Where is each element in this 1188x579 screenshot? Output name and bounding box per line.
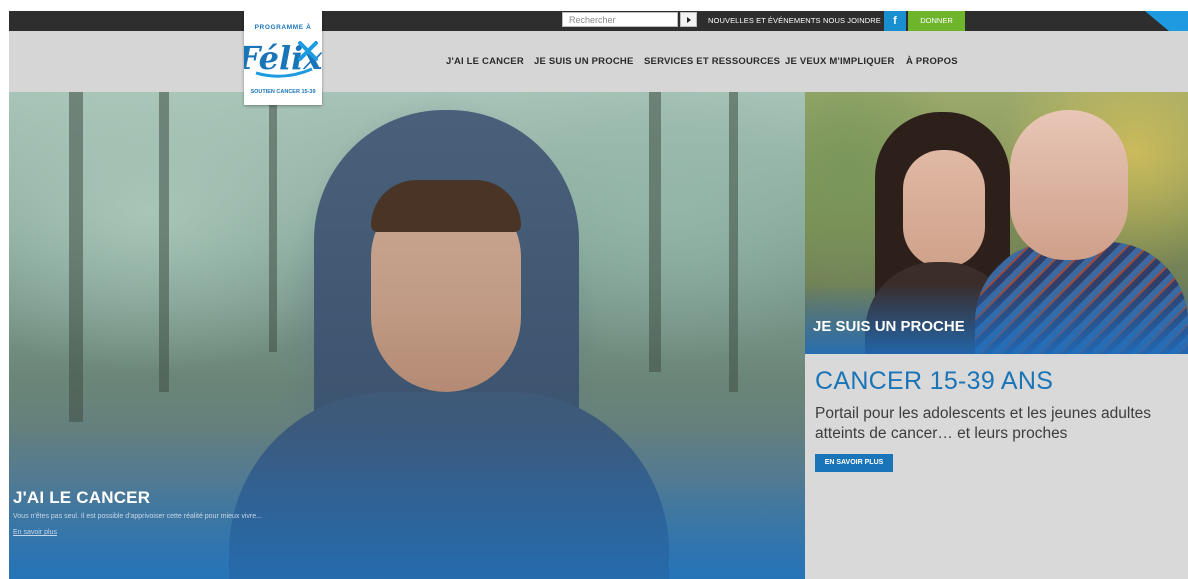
- hero-cancer-title: J'AI LE CANCER: [13, 488, 151, 507]
- intro-text: Portail pour les adolescents et les jeun…: [815, 405, 1152, 442]
- hero-cancer-text: Vous n'êtes pas seul. Il est possible d'…: [13, 513, 262, 520]
- hero-proche-title: JE SUIS UN PROCHE: [813, 318, 965, 335]
- nav-item-apropos[interactable]: À PROPOS: [906, 56, 958, 67]
- nav-item-proche[interactable]: JE SUIS UN PROCHE: [534, 56, 633, 67]
- contact-link[interactable]: NOUS JOINDRE: [823, 16, 881, 25]
- learn-more-button[interactable]: EN SAVOIR PLUS: [815, 454, 893, 472]
- logo-top-text: PROGRAMME À: [255, 22, 312, 31]
- logo-bottom-text: SOUTIEN CANCER 15-39: [250, 89, 315, 95]
- nav-item-cancer[interactable]: J'AI LE CANCER: [446, 56, 524, 67]
- logo[interactable]: PROGRAMME À Félix SOUTIEN CANCER 15-39: [244, 11, 322, 105]
- facebook-icon[interactable]: f: [884, 11, 906, 31]
- search-submit-button[interactable]: [680, 12, 697, 27]
- search-input[interactable]: [562, 12, 678, 27]
- logo-mark: PROGRAMME À Félix SOUTIEN CANCER 15-39: [244, 22, 322, 95]
- intro-panel: CANCER 15-39 ANS Portail pour les adoles…: [805, 354, 1188, 579]
- hero-cancer[interactable]: J'AI LE CANCER Vous n'êtes pas seul. Il …: [9, 92, 805, 579]
- utility-bar: NOUVELLES ET ÉVÉNEMENTS NOUS JOINDRE f D…: [9, 11, 1188, 47]
- intro-heading: CANCER 15-39 ANS: [815, 367, 1054, 395]
- hero-cancer-link[interactable]: En savoir plus: [13, 529, 57, 536]
- donate-button[interactable]: DONNER: [908, 11, 965, 31]
- main-nav: J'AI LE CANCER JE SUIS UN PROCHE SERVICE…: [9, 31, 1188, 92]
- hero-proche[interactable]: JE SUIS UN PROCHE: [805, 92, 1188, 354]
- page: NOUVELLES ET ÉVÉNEMENTS NOUS JOINDRE f D…: [9, 11, 1188, 579]
- news-events-link[interactable]: NOUVELLES ET ÉVÉNEMENTS: [708, 16, 821, 25]
- nav-item-impliquer[interactable]: JE VEUX M'IMPLIQUER: [785, 56, 895, 67]
- nav-item-services[interactable]: SERVICES ET RESSOURCES: [644, 56, 780, 67]
